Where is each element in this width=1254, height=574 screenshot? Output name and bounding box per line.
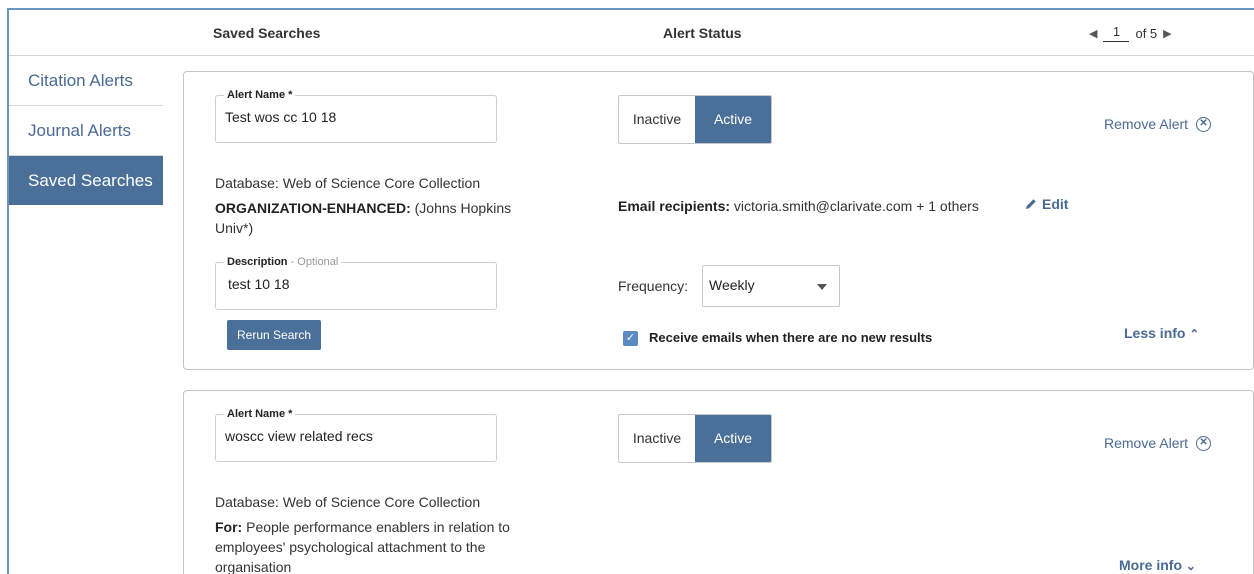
edit-label: Edit [1042,196,1069,212]
alert-name-value: woscc view related recs [225,428,373,444]
email-recipients: Email recipients: victoria.smith@clariva… [618,196,979,216]
sidebar-item-citation-alerts[interactable]: Citation Alerts [9,56,163,106]
email-key: Email recipients: [618,198,731,214]
chevron-down-icon: ⌄ [1185,559,1196,573]
close-circle-icon: ✕ [1196,116,1212,132]
close-circle-icon: ✕ [1196,435,1212,451]
active-button[interactable]: Active [695,415,771,462]
database-text: Database: Web of Science Core Collection [215,494,481,510]
status-toggle: Inactive Active [618,414,772,463]
inactive-button[interactable]: Inactive [619,415,695,462]
no-results-label: Receive emails when there are no new res… [649,330,933,345]
table-header: Saved Searches Alert Status ◀ 1 of 5 ▶ [9,10,1254,56]
sidebar: Citation Alerts Journal Alerts Saved Sea… [9,56,163,205]
caret-left-icon[interactable]: ◀ [1089,27,1097,40]
header-alert-status: Alert Status [663,25,742,41]
status-toggle: Inactive Active [618,95,772,144]
less-info-button[interactable]: Less info ⌃ [1124,325,1199,341]
remove-alert-label: Remove Alert [1104,435,1189,451]
query-text: ORGANIZATION-ENHANCED: (Johns Hopkins Un… [215,198,535,238]
remove-alert-label: Remove Alert [1104,116,1189,132]
active-button[interactable]: Active [695,96,771,143]
frequency-label: Frequency: [618,278,689,294]
alert-card: Alert Name * woscc view related recs Ina… [183,390,1254,574]
alert-name-label: Alert Name * [224,88,296,102]
email-value: victoria.smith@clarivate.com + 1 others [730,198,979,214]
description-label: Description - Optional [224,255,342,269]
pagination: ◀ 1 of 5 ▶ [1089,24,1172,42]
dropdown-caret-icon [817,284,827,290]
less-info-label: Less info [1124,325,1186,341]
query-text: For: People performance enablers in rela… [215,517,545,574]
caret-right-icon[interactable]: ▶ [1163,27,1171,40]
description-field[interactable]: Description - Optional test 10 18 [215,255,497,310]
sidebar-item-journal-alerts[interactable]: Journal Alerts [9,106,163,156]
page-total: of 5 [1135,25,1158,41]
header-saved-searches: Saved Searches [213,25,321,41]
remove-alert-button[interactable]: Remove Alert ✕ [1104,116,1212,132]
more-info-label: More info [1119,557,1182,573]
frequency-value: Weekly [709,277,755,293]
frequency-select[interactable]: Weekly [702,265,840,307]
query-value: People performance enablers in relation … [215,519,510,574]
alert-card: Alert Name * Test wos cc 10 18 Inactive … [183,71,1254,370]
alert-name-label: Alert Name * [224,407,296,421]
description-value: test 10 18 [228,276,290,292]
checkmark-icon: ✓ [625,332,636,344]
rerun-search-button[interactable]: Rerun Search [227,320,322,350]
page-number-input[interactable]: 1 [1103,24,1130,42]
inactive-button[interactable]: Inactive [619,96,695,143]
alert-name-field[interactable]: Alert Name * woscc view related recs [215,407,497,462]
database-text: Database: Web of Science Core Collection [215,175,481,191]
no-results-checkbox[interactable]: ✓ [623,331,638,346]
edit-recipients-button[interactable]: Edit [1024,196,1068,212]
remove-alert-button[interactable]: Remove Alert ✕ [1104,435,1212,451]
alerts-panel: Saved Searches Alert Status ◀ 1 of 5 ▶ C… [7,8,1254,574]
chevron-up-icon: ⌃ [1189,327,1200,341]
sidebar-item-saved-searches[interactable]: Saved Searches [9,156,163,205]
query-key: For: [215,519,243,535]
more-info-button[interactable]: More info ⌄ [1119,557,1196,573]
query-key: ORGANIZATION-ENHANCED: [215,200,411,216]
alert-name-field[interactable]: Alert Name * Test wos cc 10 18 [215,88,497,143]
pencil-icon [1026,199,1036,209]
alert-name-value: Test wos cc 10 18 [225,109,337,125]
